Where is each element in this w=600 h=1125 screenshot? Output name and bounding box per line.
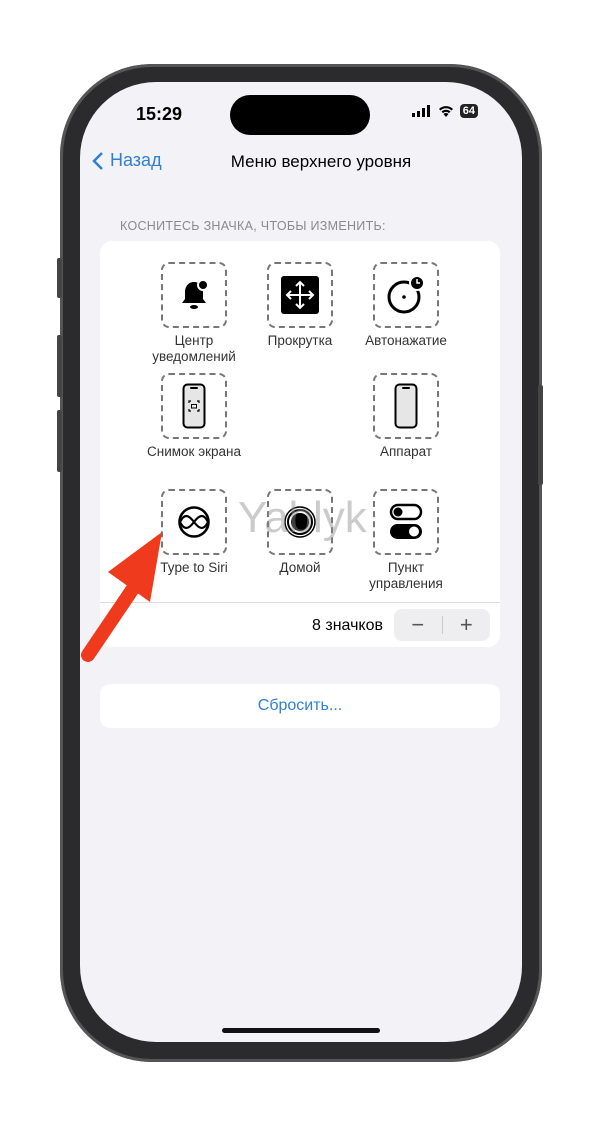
red-arrow-annotation [81, 532, 162, 662]
